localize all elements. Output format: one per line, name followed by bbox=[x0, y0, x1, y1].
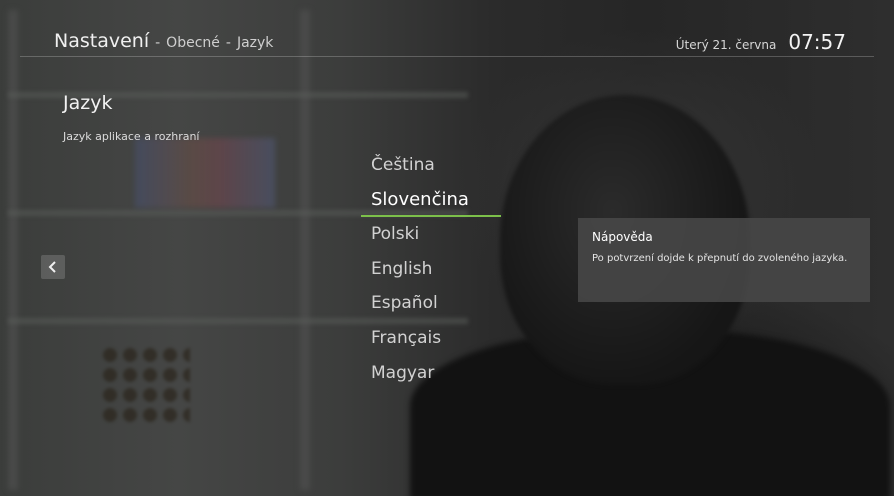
settings-frame: Nastavení - Obecné - Jazyk Úterý 21. čer… bbox=[8, 8, 886, 488]
language-option-cestina[interactable]: Čeština bbox=[361, 148, 501, 183]
help-title: Nápověda bbox=[592, 230, 653, 244]
help-text: Po potvrzení dojde k přepnutí do zvolené… bbox=[592, 253, 848, 264]
time-label: 07:57 bbox=[788, 30, 846, 54]
language-option-polski[interactable]: Polski bbox=[361, 217, 501, 252]
breadcrumb-separator: - bbox=[155, 35, 161, 51]
breadcrumb: Nastavení - Obecné - Jazyk bbox=[54, 30, 273, 52]
breadcrumb-level1: Obecné bbox=[166, 35, 220, 51]
page-title: Jazyk bbox=[63, 92, 113, 114]
language-option-english[interactable]: English bbox=[361, 252, 501, 287]
language-option-francais[interactable]: Français bbox=[361, 321, 501, 356]
language-option-magyar[interactable]: Magyar bbox=[361, 356, 501, 391]
date-label: Úterý 21. června bbox=[675, 38, 777, 52]
breadcrumb-root: Nastavení bbox=[54, 30, 150, 52]
language-option-slovencina[interactable]: Slovenčina bbox=[361, 183, 501, 218]
clock-area: Úterý 21. června 07:57 bbox=[676, 30, 846, 54]
back-button[interactable] bbox=[41, 255, 65, 279]
settings-screen: Nastavení - Obecné - Jazyk Úterý 21. čer… bbox=[0, 0, 894, 496]
language-list: Čeština Slovenčina Polski English Españo… bbox=[361, 148, 501, 390]
breadcrumb-separator: - bbox=[225, 35, 231, 51]
page-subtitle: Jazyk aplikace a rozhraní bbox=[63, 130, 200, 143]
help-panel: Nápověda Po potvrzení dojde k přepnutí d… bbox=[578, 218, 870, 302]
language-option-espanol[interactable]: Español bbox=[361, 286, 501, 321]
chevron-left-icon bbox=[48, 261, 56, 273]
breadcrumb-level2: Jazyk bbox=[236, 35, 274, 51]
